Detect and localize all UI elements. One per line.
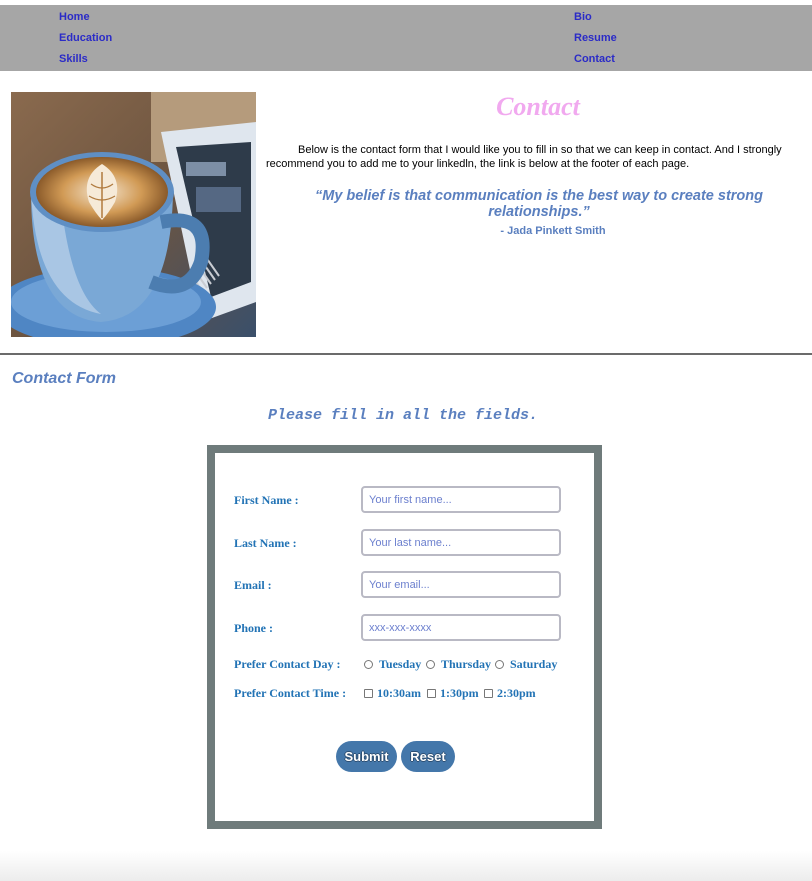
contact-form-heading: Contact Form: [12, 370, 116, 387]
nav-link-resume[interactable]: Resume: [574, 32, 617, 44]
intro-text: Below is the contact form that I would l…: [266, 144, 782, 170]
page-title: Contact: [496, 92, 580, 121]
nav-link-education[interactable]: Education: [59, 32, 112, 44]
time-option-1030am[interactable]: 10:30am: [364, 686, 421, 701]
contact-time-label: Prefer Contact Time :: [234, 686, 347, 700]
reset-button[interactable]: Reset: [401, 741, 455, 772]
page-bottom-fade: [0, 851, 812, 881]
day-option-label: Saturday: [510, 657, 558, 671]
phone-label: Phone :: [234, 621, 273, 635]
time-option-230pm[interactable]: 2:30pm: [484, 686, 536, 701]
quote-text: “My belief is that communication is the …: [315, 188, 763, 220]
last-name-label: Last Name :: [234, 536, 297, 550]
submit-button[interactable]: Submit: [336, 741, 397, 772]
coffee-cup-photo: [11, 92, 256, 337]
checkbox[interactable]: [427, 689, 436, 698]
nav-link-contact[interactable]: Contact: [574, 53, 615, 65]
email-input[interactable]: [361, 571, 561, 598]
nav-link-home[interactable]: Home: [59, 11, 90, 23]
contact-form: First Name : Last Name : Email : Phone :…: [207, 445, 602, 829]
checkbox[interactable]: [484, 689, 493, 698]
fill-instructions: Please fill in all the fields.: [267, 407, 539, 424]
day-option-label: Thursday: [441, 657, 492, 671]
day-option-label: Tuesday: [379, 657, 422, 671]
first-name-input[interactable]: [361, 486, 561, 513]
radio-button[interactable]: [426, 660, 435, 669]
time-option-label: 2:30pm: [497, 686, 536, 700]
nav-link-skills[interactable]: Skills: [59, 53, 88, 65]
top-navigation: Home Education Skills Bio Resume Contact: [0, 5, 812, 71]
email-label: Email :: [234, 578, 272, 592]
contact-day-label: Prefer Contact Day :: [234, 657, 341, 671]
day-option-tuesday[interactable]: Tuesday: [364, 657, 421, 672]
radio-button[interactable]: [364, 660, 373, 669]
day-option-thursday[interactable]: Thursday: [426, 657, 491, 672]
radio-button[interactable]: [495, 660, 504, 669]
last-name-input[interactable]: [361, 529, 561, 556]
quote-author: - Jada Pinkett Smith: [500, 225, 606, 237]
time-option-label: 1:30pm: [440, 686, 479, 700]
first-name-label: First Name :: [234, 493, 299, 507]
checkbox[interactable]: [364, 689, 373, 698]
day-option-saturday[interactable]: Saturday: [495, 657, 557, 672]
section-divider: [0, 353, 812, 355]
time-option-label: 10:30am: [377, 686, 421, 700]
time-option-130pm[interactable]: 1:30pm: [427, 686, 479, 701]
phone-input[interactable]: [361, 614, 561, 641]
nav-link-bio[interactable]: Bio: [574, 11, 592, 23]
